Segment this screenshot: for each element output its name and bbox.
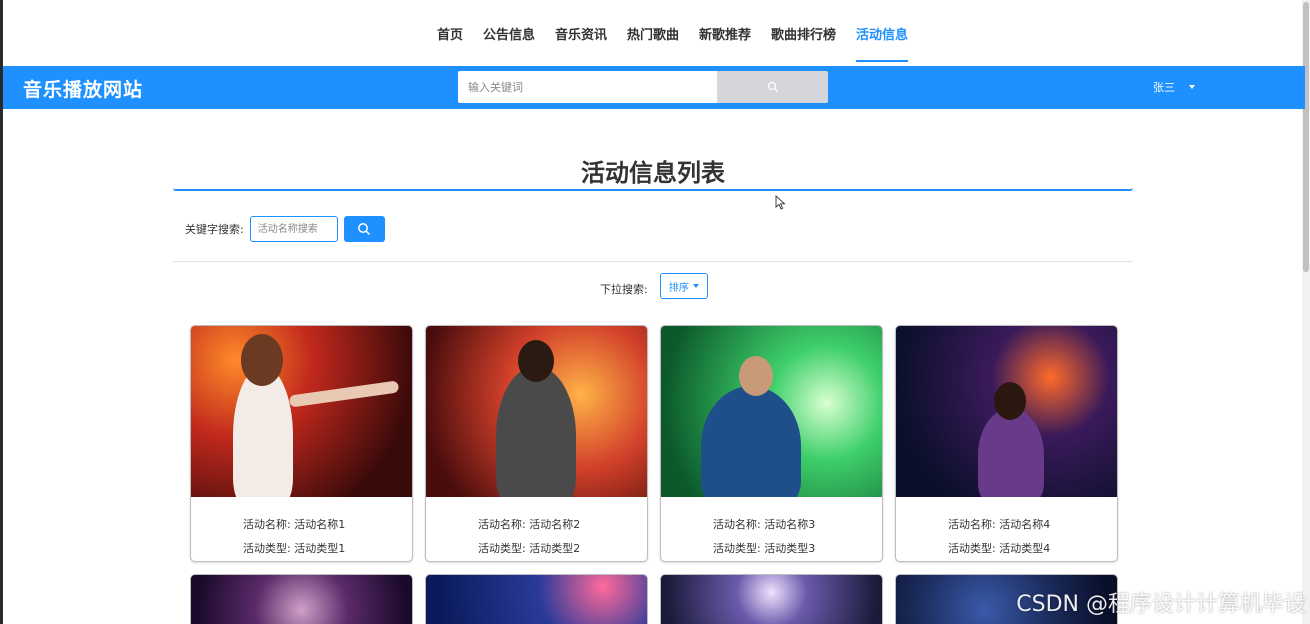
activity-name-label: 活动名称: [478,518,526,531]
activity-image[interactable] [896,326,1117,497]
activity-type: 活动类型3 [764,542,816,555]
page-title: 活动信息列表 [581,159,725,187]
activity-type-row: 活动类型: 活动类型2 [478,537,647,561]
activity-card[interactable]: 活动名称: 活动名称1 活动类型: 活动类型1 [190,325,413,562]
header-search [458,71,828,103]
nav-item-hot-songs[interactable]: 热门歌曲 [617,0,689,66]
divider [173,261,1133,262]
nav-item-announcements[interactable]: 公告信息 [473,0,545,66]
activity-name-row: 活动名称: 活动名称4 [948,513,1117,537]
sort-dropdown[interactable]: 排序 [659,273,708,299]
activity-name-label: 活动名称: [713,518,761,531]
activity-image[interactable] [426,326,647,497]
page-heading: 活动信息列表 [173,155,1133,191]
chevron-down-icon [1189,85,1195,89]
activity-name-row: 活动名称: 活动名称3 [713,513,882,537]
page: 首页 公告信息 音乐资讯 热门歌曲 新歌推荐 歌曲排行榜 活动信息 音乐播放网站… [0,0,1310,624]
title-underline [173,188,1133,191]
activity-name: 活动名称3 [764,518,816,531]
activity-name: 活动名称1 [294,518,346,531]
nav-item-new-songs[interactable]: 新歌推荐 [689,0,761,66]
activity-card[interactable]: 活动名称: 活动名称4 活动类型: 活动类型4 [895,325,1118,562]
nav-item-activities[interactable]: 活动信息 [846,0,918,66]
activity-card-partial[interactable] [190,574,413,624]
nav-item-music-news[interactable]: 音乐资讯 [545,0,617,66]
activity-type-row: 活动类型: 活动类型4 [948,537,1117,561]
keyword-search-button[interactable] [343,216,385,242]
activity-name-label: 活动名称: [243,518,291,531]
activity-card-partial[interactable] [660,574,883,624]
chevron-down-icon [692,284,699,288]
dropdown-label: 下拉搜索: [600,283,648,296]
mouse-cursor-icon [775,195,786,210]
watermark: CSDN @程序设计计算机毕设 [1016,592,1306,617]
activity-card[interactable]: 活动名称: 活动名称2 活动类型: 活动类型2 [425,325,648,562]
site-title[interactable]: 音乐播放网站 [23,75,143,102]
activity-info: 活动名称: 活动名称1 活动类型: 活动类型1 [191,497,412,561]
activity-name-row: 活动名称: 活动名称2 [478,513,647,537]
dropdown-search: 下拉搜索: 排序 [600,273,708,299]
activity-type: 活动类型4 [999,542,1051,555]
user-menu[interactable]: 张三 [1153,79,1195,95]
activity-type-label: 活动类型: [243,542,291,555]
header-bar: 音乐播放网站 张三 [3,66,1305,109]
activity-type-label: 活动类型: [478,542,526,555]
activity-type-label: 活动类型: [948,542,996,555]
user-name: 张三 [1153,81,1175,94]
activity-type-row: 活动类型: 活动类型1 [243,537,412,561]
activity-type-row: 活动类型: 活动类型3 [713,537,882,561]
nav-item-home[interactable]: 首页 [427,0,473,66]
activity-info: 活动名称: 活动名称2 活动类型: 活动类型2 [426,497,647,561]
activity-name-label: 活动名称: [948,518,996,531]
activity-image[interactable] [191,326,412,497]
activity-name: 活动名称4 [999,518,1051,531]
search-icon [767,81,778,92]
activity-card[interactable]: 活动名称: 活动名称3 活动类型: 活动类型3 [660,325,883,562]
sort-label: 排序 [668,282,689,294]
header-search-button[interactable] [717,71,828,103]
nav-item-song-ranking[interactable]: 歌曲排行榜 [761,0,846,66]
keyword-search: 关键字搜索: [185,216,385,242]
activity-info: 活动名称: 活动名称4 活动类型: 活动类型4 [896,497,1117,561]
activity-type: 活动类型2 [529,542,581,555]
keyword-label: 关键字搜索: [185,223,244,236]
activity-name-row: 活动名称: 活动名称1 [243,513,412,537]
scrollbar-thumb[interactable] [1303,2,1309,272]
activity-type-label: 活动类型: [713,542,761,555]
activity-name: 活动名称2 [529,518,581,531]
activity-info: 活动名称: 活动名称3 活动类型: 活动类型3 [661,497,882,561]
keyword-search-input[interactable] [249,216,338,242]
activity-card-partial[interactable] [425,574,648,624]
activity-image[interactable] [661,326,882,497]
header-search-input[interactable] [458,71,717,103]
activity-type: 活动类型1 [294,542,346,555]
top-navigation: 首页 公告信息 音乐资讯 热门歌曲 新歌推荐 歌曲排行榜 活动信息 [3,0,1302,66]
search-icon [358,223,371,236]
